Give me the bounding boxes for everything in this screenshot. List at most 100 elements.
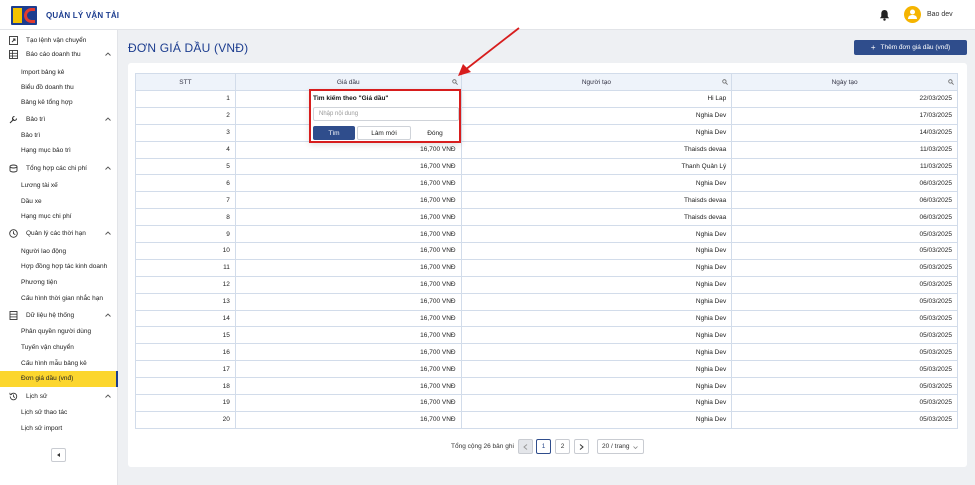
sidebar-item-2[interactable]: Import bảng kê [0,65,118,81]
table-cell: 6 [135,174,236,193]
sidebar-collapse-button[interactable] [51,448,66,462]
column-header-ngay-tao[interactable]: Ngày tạo [731,73,958,91]
table-row[interactable]: 3 Nghia Dev 14/03/2025 [135,123,958,142]
sidebar-label: Dầu xe [21,198,42,205]
sidebar-item-23[interactable]: Lịch sử thao tác [0,405,118,421]
sidebar-label: Biểu đồ doanh thu [21,84,74,91]
sidebar-label: Dữ liệu hệ thống [26,312,75,319]
avatar[interactable] [904,6,921,23]
sidebar-label: Đơn giá dầu (vnđ) [21,375,74,382]
table-row[interactable]: 5 16,700 VNĐ Thanh Quản Lý 11/03/2025 [135,157,958,176]
sidebar-item-11[interactable]: Hạng mục chi phí [0,209,118,225]
table-cell: Nghia Dev [460,343,733,362]
page-size-value: 20 / trang [602,443,630,450]
sidebar-item-9[interactable]: Lương tài xế [0,178,118,194]
pagination-next-button[interactable] [574,439,589,454]
column-header-stt: STT [135,73,236,91]
sidebar-group-22[interactable]: Lịch sử [0,389,118,405]
table-cell: 3 [135,123,236,142]
table-row[interactable]: 2 Nghia Dev 17/03/2025 [135,106,958,125]
sidebar-group-1[interactable]: Báo cáo doanh thu [0,47,118,63]
table-row[interactable]: 20 16,700 VNĐ Nghia Dev 05/03/2025 [135,410,958,429]
add-fuel-price-button[interactable]: + Thêm đơn giá dầu (vnđ) [854,40,967,55]
sidebar-item-4[interactable]: Bảng kê tổng hợp [0,95,118,111]
table-icon [9,50,18,59]
sidebar-item-16[interactable]: Cấu hình thời gian nhắc hạn [0,291,118,307]
filter-search-input[interactable]: Nhập nội dung [313,107,459,121]
column-header-gia-dau[interactable]: Giá dầu [234,73,462,91]
chevron-left-icon [523,443,528,450]
table-row[interactable]: 4 16,700 VNĐ Thaisds devaa 11/03/2025 [135,140,958,159]
sidebar-item-7[interactable]: Hạng mục bảo trì [0,143,118,159]
table-row[interactable]: 17 16,700 VNĐ Nghia Dev 05/03/2025 [135,360,958,379]
table-cell: 7 [135,191,236,210]
sidebar-item-19[interactable]: Tuyến vận chuyển [0,340,118,356]
sidebar-item-3[interactable]: Biểu đồ doanh thu [0,80,118,96]
filter-title: Tìm kiếm theo "Giá dầu" [313,95,389,102]
table-row[interactable]: 10 16,700 VNĐ Nghia Dev 05/03/2025 [135,242,958,260]
pagination-prev-button[interactable] [518,439,533,454]
sidebar: Tạo lệnh vận chuyển Báo cáo doanh thu Impo… [0,30,118,485]
table-row[interactable]: 1 Hi Lap 22/03/2025 [135,90,958,108]
external-link-icon [9,36,18,45]
table-cell: 9 [135,225,236,244]
table-row[interactable]: 9 16,700 VNĐ Nghia Dev 05/03/2025 [135,225,958,244]
search-icon[interactable] [948,79,954,85]
table-row[interactable]: 16 16,700 VNĐ Nghia Dev 05/03/2025 [135,343,958,362]
sidebar-item-20[interactable]: Cấu hình mẫu bảng kê [0,356,118,372]
search-icon[interactable] [722,79,729,85]
table-row[interactable]: 15 16,700 VNĐ Nghia Dev 05/03/2025 [135,326,958,345]
sidebar-item-18[interactable]: Phân quyền người dùng [0,324,118,340]
table-cell: Thaisds devaa [460,208,733,227]
sidebar-item-15[interactable]: Phương tiện [0,275,118,291]
table-cell: 16,700 VNĐ [234,242,462,260]
table-cell: 05/03/2025 [731,258,958,277]
table-row[interactable]: 14 16,700 VNĐ Nghia Dev 05/03/2025 [135,309,958,328]
sidebar-item-24[interactable]: Lịch sử import [0,421,118,437]
table-cell: 16,700 VNĐ [234,410,462,429]
sidebar-item-13[interactable]: Người lao động [0,244,118,260]
filter-close-button[interactable]: Đóng [415,126,455,140]
plus-icon: + [870,43,876,52]
table-cell: Nghia Dev [460,242,733,260]
chevron-down-icon [633,446,638,449]
sidebar-item-10[interactable]: Dầu xe [0,194,118,210]
table-row[interactable]: 7 16,700 VNĐ Thaisds devaa 06/03/2025 [135,191,958,210]
table-row[interactable]: 18 16,700 VNĐ Nghia Dev 05/03/2025 [135,377,958,396]
filter-reset-button[interactable]: Làm mới [357,126,411,140]
table-cell: 22/03/2025 [731,90,958,108]
search-icon[interactable] [451,79,458,85]
table-row[interactable]: 19 16,700 VNĐ Nghia Dev 05/03/2025 [135,394,958,412]
page-size-select[interactable]: 20 / trang [597,439,644,454]
filter-search-button[interactable]: Tìm [313,126,355,140]
sidebar-item-21[interactable]: Đơn giá dầu (vnđ) [0,371,118,387]
table-row[interactable]: 11 16,700 VNĐ Nghia Dev 05/03/2025 [135,258,958,277]
table-cell: Nghia Dev [460,309,733,328]
sidebar-group-5[interactable]: Bảo trì [0,112,118,128]
sidebar-label: Lương tài xế [21,182,58,189]
table-cell: 16,700 VNĐ [234,292,462,311]
table-row[interactable]: 13 16,700 VNĐ Nghia Dev 05/03/2025 [135,292,958,311]
sidebar-label: Phân quyền người dùng [21,328,92,335]
pagination-page-2[interactable]: 2 [555,439,570,454]
company-logo[interactable] [11,6,37,25]
user-name[interactable]: Bao dev [927,11,953,18]
coins-icon [9,164,18,173]
sidebar-item-14[interactable]: Hợp đồng hợp tác kinh doanh [0,259,118,275]
table-cell: Nghia Dev [460,174,733,193]
table-cell: Nghia Dev [460,225,733,244]
table-cell: 16,700 VNĐ [234,309,462,328]
table-cell: 11/03/2025 [731,140,958,159]
sidebar-item-6[interactable]: Bảo trì [0,128,118,144]
sidebar-group-17[interactable]: Dữ liệu hệ thống [0,308,118,324]
table-cell: 11/03/2025 [731,157,958,176]
table-cell: 05/03/2025 [731,410,958,429]
table-row[interactable]: 8 16,700 VNĐ Thaisds devaa 06/03/2025 [135,208,958,227]
table-row[interactable]: 12 16,700 VNĐ Nghia Dev 05/03/2025 [135,275,958,294]
bell-icon[interactable] [879,9,890,21]
pagination-page-1[interactable]: 1 [536,439,551,454]
sidebar-group-12[interactable]: Quản lý các thời hạn [0,226,118,242]
table-row[interactable]: 6 16,700 VNĐ Nghia Dev 06/03/2025 [135,174,958,193]
sidebar-group-8[interactable]: Tổng hợp các chi phí [0,161,118,177]
table-cell: 05/03/2025 [731,394,958,412]
